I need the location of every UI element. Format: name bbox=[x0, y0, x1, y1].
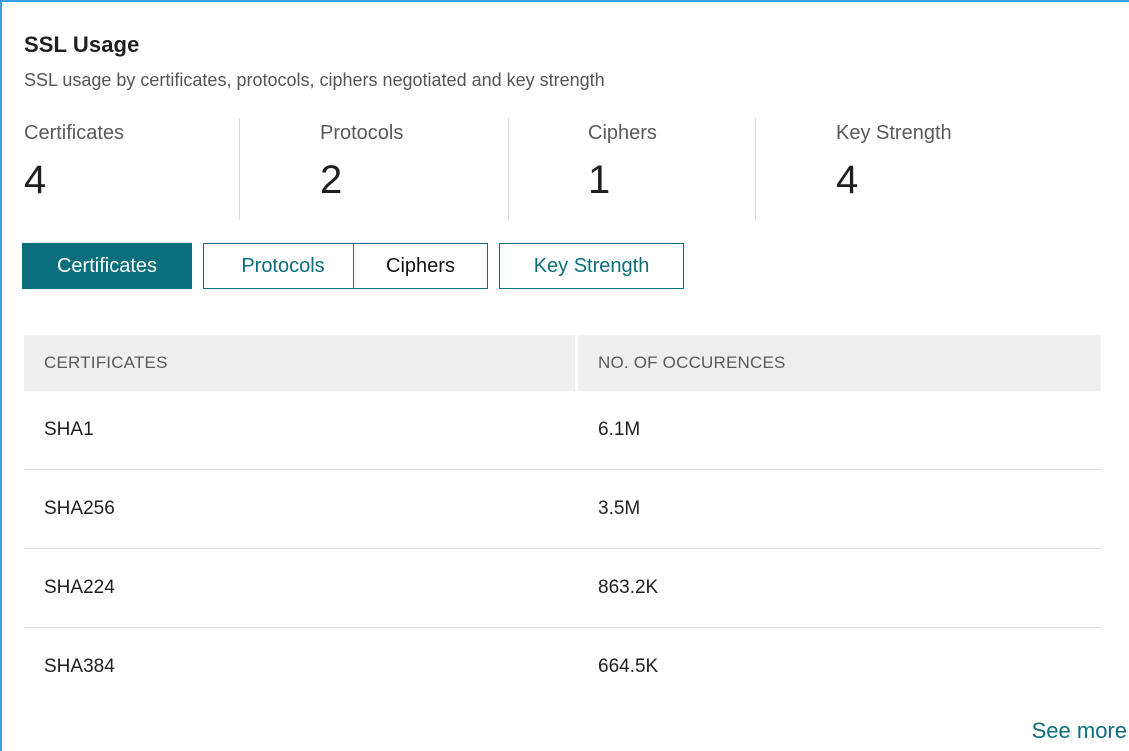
cell-occurences: 3.5M bbox=[598, 498, 641, 519]
see-more-link[interactable]: See more bbox=[1032, 718, 1127, 744]
stat-label: Protocols bbox=[320, 122, 404, 144]
tab-key-strength[interactable]: Key Strength bbox=[499, 243, 684, 289]
cell-occurences: 6.1M bbox=[598, 419, 641, 440]
card-title: SSL Usage bbox=[24, 32, 140, 57]
cell-certificate: SHA224 bbox=[44, 577, 115, 598]
tab-ciphers[interactable]: Ciphers bbox=[353, 243, 488, 289]
cell-occurences: 664.5K bbox=[598, 656, 659, 677]
cell-occurences: 863.2K bbox=[598, 577, 659, 598]
stat-label: Ciphers bbox=[588, 122, 657, 144]
stat-value: 1 bbox=[588, 158, 611, 202]
table-row: SHA1 6.1M bbox=[24, 391, 1101, 470]
stat-value: 2 bbox=[320, 158, 343, 202]
summary-stats: Certificates 4 Protocols 2 Ciphers 1 Key… bbox=[2, 114, 1129, 220]
table-row: SHA384 664.5K bbox=[24, 628, 1101, 707]
cell-certificate: SHA256 bbox=[44, 498, 115, 519]
column-header-certificates[interactable]: CERTIFICATES bbox=[24, 335, 575, 391]
stat-label: Key Strength bbox=[836, 122, 952, 144]
table-header: CERTIFICATES NO. OF OCCURENCES bbox=[24, 335, 1101, 391]
tab-certificates[interactable]: Certificates bbox=[22, 243, 192, 289]
stat-divider bbox=[508, 118, 509, 220]
stat-divider bbox=[755, 118, 756, 220]
table-row: SHA224 863.2K bbox=[24, 549, 1101, 628]
cell-certificate: SHA384 bbox=[44, 656, 115, 677]
stat-divider bbox=[239, 118, 240, 220]
stat-value: 4 bbox=[836, 158, 859, 202]
card-subtitle: SSL usage by certificates, protocols, ci… bbox=[24, 70, 605, 90]
table-row: SHA256 3.5M bbox=[24, 470, 1101, 549]
ssl-usage-card: SSL Usage SSL usage by certificates, pro… bbox=[0, 0, 1129, 751]
cell-certificate: SHA1 bbox=[44, 419, 94, 440]
column-header-occurences[interactable]: NO. OF OCCURENCES bbox=[578, 335, 1101, 391]
tab-protocols[interactable]: Protocols bbox=[203, 243, 363, 289]
stat-label: Certificates bbox=[24, 122, 125, 144]
stat-value: 4 bbox=[24, 158, 47, 202]
